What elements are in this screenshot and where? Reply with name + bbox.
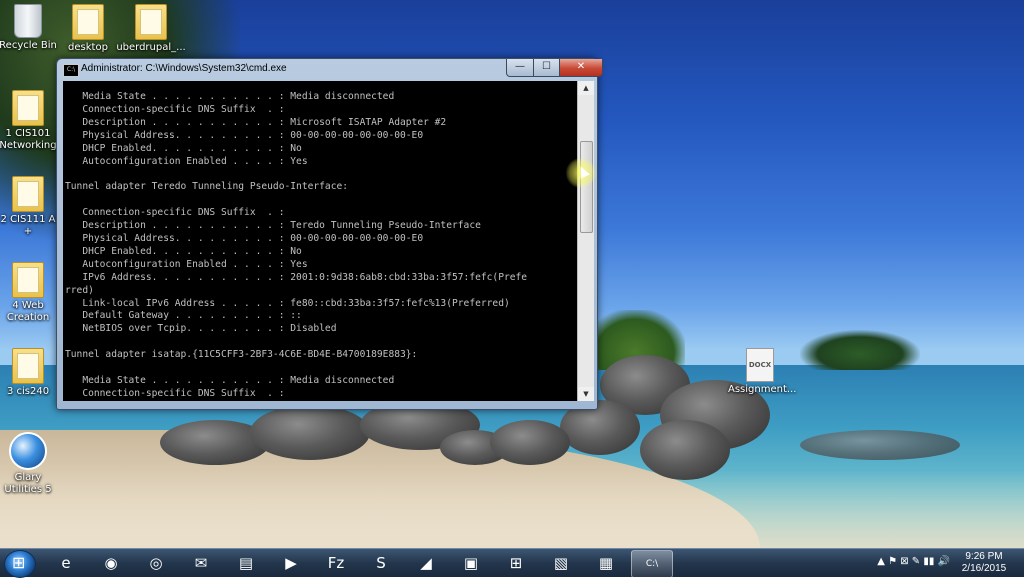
- taskbar-presentation-icon[interactable]: ▣: [451, 550, 491, 576]
- clock[interactable]: 9:26 PM 2/16/2015: [956, 551, 1012, 575]
- taskbar-app-s-icon[interactable]: S: [361, 550, 401, 576]
- folder-icon: [12, 176, 44, 212]
- scroll-up-icon[interactable]: ▲: [578, 81, 594, 95]
- desktop-icon-label: 2 CIS111 A +: [0, 214, 56, 237]
- desktop-icon-label: 1 CIS101 Networking: [0, 128, 57, 151]
- folder-icon: [12, 262, 44, 298]
- folder-icon: [72, 4, 104, 40]
- clock-time: 9:26 PM: [965, 551, 1003, 562]
- docx-file-icon: DOCX: [746, 348, 774, 382]
- cmd-icon[interactable]: C:\: [63, 64, 79, 77]
- desktop-icon-label: 4 Web Creation: [6, 300, 50, 323]
- desktop-icon-recycle-bin[interactable]: Recycle Bin: [0, 4, 60, 52]
- glary-utilities-icon: [9, 432, 47, 470]
- folder-icon: [12, 348, 44, 384]
- system-tray[interactable]: ▲ ⚑ ⊠ ✎ ▮▮ 🔊: [877, 556, 950, 567]
- folder-icon: [135, 4, 167, 40]
- taskbar: e◉◎✉▤▶FzS◢▣⊞▧▦C:\ ▲ ⚑ ⊠ ✎ ▮▮ 🔊 9:26 PM 2…: [0, 548, 1024, 578]
- console-text: Media State . . . . . . . . . . . : Medi…: [65, 91, 528, 399]
- start-button[interactable]: [4, 550, 36, 578]
- taskbar-cmd-icon[interactable]: C:\: [631, 550, 673, 578]
- taskbar-internet-explorer-icon[interactable]: e: [46, 550, 86, 576]
- taskbar-filezilla-icon[interactable]: Fz: [316, 550, 356, 576]
- close-button[interactable]: ✕: [559, 59, 603, 77]
- clock-date: 2/16/2015: [961, 563, 1007, 574]
- desktop-icon-cis240[interactable]: 3 cis240: [0, 348, 60, 398]
- taskbar-sticky-notes-icon[interactable]: ▧: [541, 550, 581, 576]
- desktop-icon-uberdrupal[interactable]: uberdrupal_...: [116, 4, 186, 54]
- desktop-icon-label: Glary Utilities 5: [4, 472, 52, 495]
- maximize-button[interactable]: ☐: [533, 59, 560, 77]
- desktop-icon-label: uberdrupal_...: [116, 42, 186, 53]
- desktop-icon-cis101[interactable]: 1 CIS101 Networking: [0, 90, 60, 152]
- island: [800, 330, 920, 370]
- desktop-icon-label: Recycle Bin: [0, 40, 57, 51]
- minimize-button[interactable]: —: [506, 59, 534, 77]
- recycle-bin-icon: [14, 4, 42, 38]
- vertical-scrollbar[interactable]: ▲ ▼: [577, 81, 594, 401]
- scroll-down-icon[interactable]: ▼: [578, 387, 594, 401]
- taskbar-network-icon[interactable]: ⊞: [496, 550, 536, 576]
- desktop-icon-web-creation[interactable]: 4 Web Creation: [0, 262, 60, 324]
- rock: [800, 430, 960, 460]
- cmd-window[interactable]: C:\ Administrator: C:\Windows\System32\c…: [56, 58, 603, 410]
- desktop-icon-label: desktop: [68, 42, 108, 53]
- taskbar-window-app-icon[interactable]: ▦: [586, 550, 626, 576]
- taskbar-chrome-icon[interactable]: ◎: [136, 550, 176, 576]
- folder-icon: [12, 90, 44, 126]
- rock: [490, 420, 570, 465]
- rock: [250, 405, 370, 460]
- taskbar-wireshark-icon[interactable]: ◢: [406, 550, 446, 576]
- desktop-icon-desktop-folder[interactable]: desktop: [56, 4, 120, 54]
- console-output[interactable]: Media State . . . . . . . . . . . : Medi…: [63, 81, 577, 401]
- cmd-window-title: Administrator: C:\Windows\System32\cmd.e…: [81, 63, 287, 74]
- desktop-icon-assignment[interactable]: DOCX Assignment...: [728, 348, 796, 396]
- desktop-icon-label: Assignment...: [728, 384, 797, 395]
- beach-foreground: [0, 470, 1024, 548]
- taskbar-media-player-icon[interactable]: ▶: [271, 550, 311, 576]
- rock: [640, 420, 730, 480]
- desktop-icon-cis111[interactable]: 2 CIS111 A +: [0, 176, 60, 238]
- desktop-icon-label: 3 cis240: [6, 386, 50, 397]
- desktop-icon-glary-utilities[interactable]: Glary Utilities 5: [0, 432, 60, 496]
- taskbar-firefox-icon[interactable]: ◉: [91, 550, 131, 576]
- taskbar-thunderbird-icon[interactable]: ✉: [181, 550, 221, 576]
- taskbar-file-explorer-icon[interactable]: ▤: [226, 550, 266, 576]
